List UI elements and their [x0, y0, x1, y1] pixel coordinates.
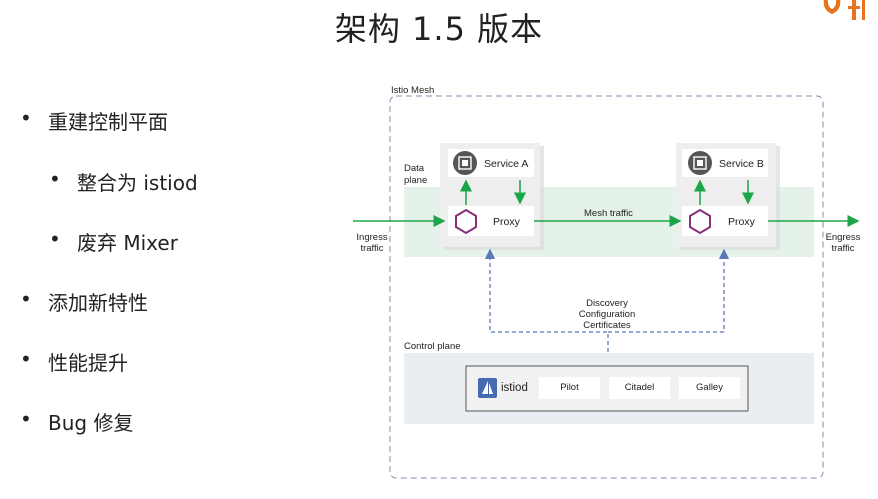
proxy-a-label: Proxy: [493, 216, 520, 228]
citadel-label: Citadel: [624, 382, 655, 393]
istiod-label: istiod: [501, 382, 528, 394]
mesh-traffic-label: Mesh traffic: [584, 208, 633, 219]
galley-label: Galley: [696, 382, 723, 393]
pilot-label: Pilot: [560, 382, 579, 393]
control-plane-label: Control plane: [404, 341, 461, 352]
proxy-b-label: Proxy: [728, 216, 755, 228]
data-plane-label: Data plane: [404, 163, 428, 186]
mesh-label: Istio Mesh: [391, 85, 435, 96]
proxy-a-box: [448, 206, 534, 236]
discovery-label: Discovery Configuration Certificates: [578, 298, 636, 331]
chip-icon: [453, 151, 477, 175]
service-b-label: Service B: [719, 158, 764, 170]
architecture-diagram: [353, 95, 860, 479]
chip-icon: [688, 151, 712, 175]
egress-label: Engress traffic: [825, 232, 861, 254]
service-a-label: Service A: [484, 158, 529, 170]
ingress-label: Ingress traffic: [356, 232, 388, 254]
proxy-b-box: [682, 206, 768, 236]
